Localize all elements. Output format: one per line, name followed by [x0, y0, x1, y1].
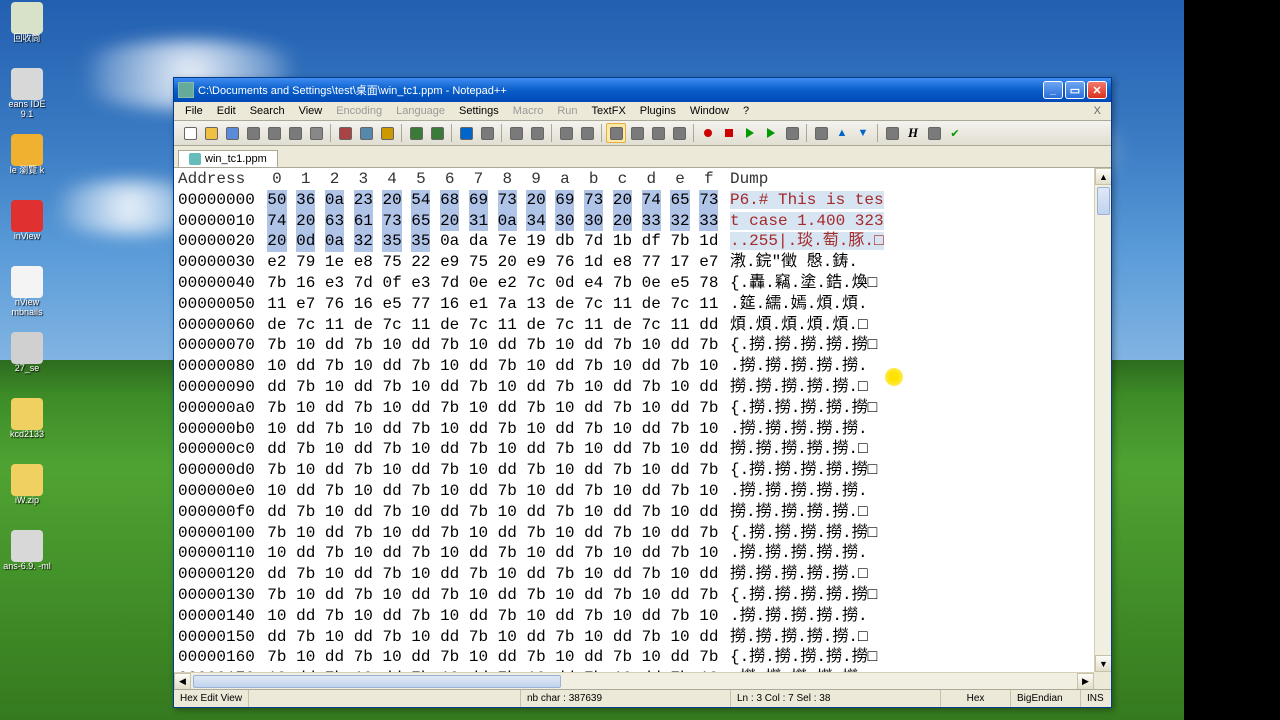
desktop-icon[interactable]: 27_se — [2, 332, 52, 392]
desktop-icon[interactable]: le 瀏覽 k — [2, 134, 52, 194]
desktop-icon[interactable]: ans-6.9. -ml — [2, 530, 52, 590]
desktop-icon[interactable]: nView mbnails — [2, 266, 52, 326]
file-icon — [189, 153, 201, 165]
vertical-scrollbar[interactable]: ▲ ▼ — [1094, 168, 1111, 689]
status-endian: BigEndian — [1011, 690, 1081, 707]
scroll-corner — [1094, 672, 1111, 689]
sync-h-button[interactable] — [577, 123, 597, 143]
app-icon — [178, 82, 194, 98]
close-all-button[interactable] — [285, 123, 305, 143]
scroll-left-button[interactable]: ◀ — [174, 673, 191, 690]
status-mode: Hex Edit View — [174, 690, 249, 707]
paste-button[interactable] — [377, 123, 397, 143]
play-multi-button[interactable] — [761, 123, 781, 143]
desktop-icons: 回收筒 eans IDE 9.1 le 瀏覽 k inView nView mbnail… — [2, 2, 52, 596]
menu-edit[interactable]: Edit — [210, 103, 243, 119]
statusbar: Hex Edit View nb char : 387639 Ln : 3 Co… — [174, 689, 1111, 707]
menu-encoding: Encoding — [329, 103, 389, 119]
tab-bar: win_tc1.ppm — [174, 146, 1111, 168]
minimize-button[interactable]: _ — [1043, 81, 1063, 99]
menu-settings[interactable]: Settings — [452, 103, 506, 119]
wrap-button[interactable] — [606, 123, 626, 143]
window-title: C:\Documents and Settings\test\桌面\win_tc… — [198, 82, 507, 98]
indent-button[interactable] — [648, 123, 668, 143]
status-ins: INS — [1081, 690, 1111, 707]
maximize-button[interactable]: ▭ — [1065, 81, 1085, 99]
menu-window[interactable]: Window — [683, 103, 736, 119]
menubar: FileEditSearchViewEncodingLanguageSettin… — [174, 102, 1111, 121]
menu-?[interactable]: ? — [736, 103, 756, 119]
menu-textfx[interactable]: TextFX — [585, 103, 633, 119]
open-button[interactable] — [201, 123, 221, 143]
rec-button[interactable] — [698, 123, 718, 143]
replace-button[interactable] — [477, 123, 497, 143]
save-button[interactable] — [222, 123, 242, 143]
letterbox-right — [1184, 0, 1280, 720]
menu-file[interactable]: File — [178, 103, 210, 119]
scroll-down-button[interactable]: ▼ — [1095, 655, 1111, 672]
copy-button[interactable] — [356, 123, 376, 143]
desktop-icon[interactable]: iW.zip — [2, 464, 52, 524]
outdent-l-button[interactable] — [811, 123, 831, 143]
desktop-icon[interactable]: 回收筒 — [2, 2, 52, 62]
status-pos: Ln : 3 Col : 7 Sel : 38 — [731, 690, 941, 707]
sync-v-button[interactable] — [556, 123, 576, 143]
menu-view[interactable]: View — [292, 103, 330, 119]
zoom-out-button[interactable] — [527, 123, 547, 143]
horizontal-scrollbar[interactable]: ◀ ▶ — [174, 672, 1094, 689]
scroll-thumb[interactable] — [1097, 187, 1110, 215]
scroll-right-button[interactable]: ▶ — [1077, 673, 1094, 690]
undo-button[interactable] — [406, 123, 426, 143]
file-tab[interactable]: win_tc1.ppm — [178, 150, 278, 167]
save-all-button[interactable] — [243, 123, 263, 143]
stop-button[interactable] — [719, 123, 739, 143]
print-button[interactable] — [306, 123, 326, 143]
H-button[interactable]: H — [903, 123, 923, 143]
desktop-icon[interactable]: kcd2133 — [2, 398, 52, 458]
cut-button[interactable] — [335, 123, 355, 143]
save-macro-button[interactable] — [782, 123, 802, 143]
close-button[interactable]: ✕ — [1087, 81, 1107, 99]
spell-button[interactable] — [924, 123, 944, 143]
desktop-icon[interactable]: eans IDE 9.1 — [2, 68, 52, 128]
new-button[interactable] — [180, 123, 200, 143]
hex-editor[interactable]: Address 0123456789abcdefDump00000000 503… — [174, 168, 1111, 689]
toolbar: ▲▼ H ✔ — [174, 121, 1111, 146]
status-hex: Hex — [941, 690, 1011, 707]
eol-button[interactable] — [669, 123, 689, 143]
up-button[interactable]: ▲ — [832, 123, 852, 143]
scroll-up-button[interactable]: ▲ — [1095, 168, 1111, 185]
menu-search[interactable]: Search — [243, 103, 292, 119]
menu-language: Language — [389, 103, 452, 119]
hidden-button[interactable] — [627, 123, 647, 143]
close-button[interactable] — [264, 123, 284, 143]
sort-button[interactable] — [882, 123, 902, 143]
desktop-icon[interactable]: inView — [2, 200, 52, 260]
play-button[interactable] — [740, 123, 760, 143]
menu-plugins[interactable]: Plugins — [633, 103, 683, 119]
notepad-plus-plus-window: C:\Documents and Settings\test\桌面\win_tc… — [173, 77, 1112, 708]
titlebar[interactable]: C:\Documents and Settings\test\桌面\win_tc… — [174, 78, 1111, 102]
find-button[interactable] — [456, 123, 476, 143]
status-chars: nb char : 387639 — [521, 690, 731, 707]
scroll-h-thumb[interactable] — [193, 675, 561, 688]
menu-run: Run — [550, 103, 584, 119]
zoom-in-button[interactable] — [506, 123, 526, 143]
mdi-close-button[interactable]: X — [1088, 105, 1107, 117]
menu-macro: Macro — [506, 103, 551, 119]
tab-label: win_tc1.ppm — [205, 153, 267, 165]
down-button[interactable]: ▼ — [853, 123, 873, 143]
redo-button[interactable] — [427, 123, 447, 143]
tick-button[interactable]: ✔ — [945, 123, 965, 143]
